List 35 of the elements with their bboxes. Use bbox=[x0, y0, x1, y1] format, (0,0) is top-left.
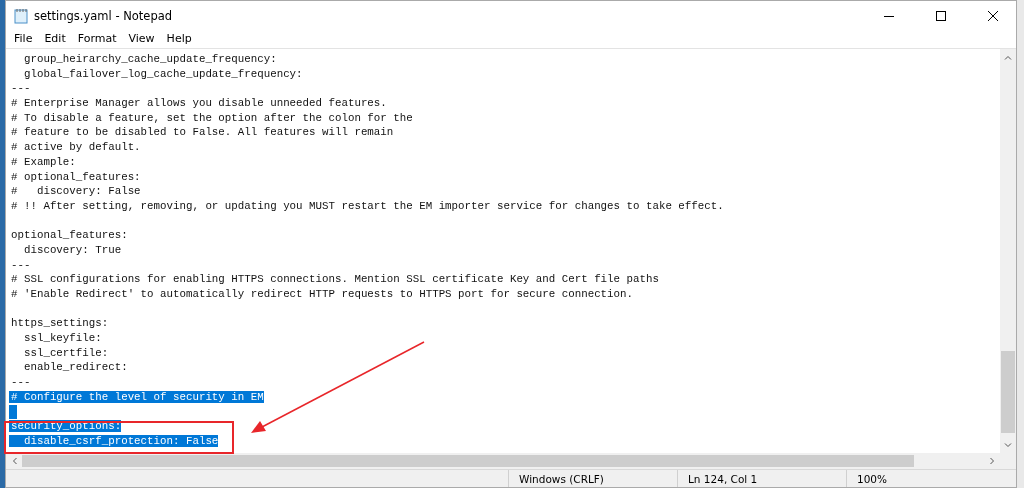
status-text: Windows (CRLF) bbox=[519, 472, 604, 485]
text-line: # active by default. bbox=[10, 141, 141, 154]
text-line: ssl_keyfile: bbox=[22, 332, 102, 345]
text-line: # Example: bbox=[10, 155, 76, 168]
text-line: # To disable a feature, set the option after the colon for the bbox=[10, 111, 413, 124]
text-line: --- bbox=[10, 82, 31, 95]
notepad-icon bbox=[14, 7, 28, 24]
text-line: # feature to be disabled to False. All features will remain bbox=[10, 126, 394, 139]
close-icon bbox=[988, 10, 998, 21]
text-line: # !! After setting, removing, or updating you MUST restart the EM importer service for changes to take effect. bbox=[10, 199, 724, 212]
text-line: --- bbox=[10, 376, 31, 389]
text-line: https_settings: bbox=[10, 317, 109, 330]
menu-item[interactable]: Format bbox=[71, 30, 123, 46]
status-text: 100% bbox=[857, 472, 888, 485]
text-line: group_heirarchy_cache_update_frequency: bbox=[22, 53, 277, 65]
text-line: enable_redirect: bbox=[22, 361, 128, 374]
text-line: # SSL configurations for enabling HTTPS connections. Mention SSL certificate Key and Cert file paths bbox=[10, 273, 659, 286]
text-line: --- bbox=[10, 258, 31, 271]
menu-item[interactable]: View bbox=[122, 30, 161, 46]
menu-item[interactable]: Help bbox=[160, 30, 198, 46]
text-line: global_failover_log_cache_update_frequency: bbox=[22, 67, 303, 80]
status-text: Ln 124, Col 1 bbox=[688, 472, 758, 485]
vertical-scrollbar[interactable] bbox=[1000, 49, 1016, 453]
selection-mark bbox=[9, 404, 17, 420]
text-line: # optional_features: bbox=[10, 170, 141, 183]
maximize-icon bbox=[936, 10, 946, 21]
text-line: optional_features: bbox=[10, 229, 128, 242]
window-title: settings.yaml - Notepad bbox=[34, 8, 174, 23]
text-line: ssl_certfile: bbox=[22, 346, 109, 359]
text-line: discovery: True bbox=[22, 243, 122, 256]
menu-item[interactable]: Edit bbox=[38, 30, 72, 46]
text-line: # 'Enable Redirect' to automatically redirect HTTP requests to HTTPS port for secure connection. bbox=[10, 288, 633, 300]
text-line: # Enterprise Manager allows you disable unneeded features. bbox=[10, 97, 387, 110]
menu-item[interactable]: File bbox=[8, 30, 39, 46]
text-line: # discovery: False bbox=[10, 185, 141, 198]
